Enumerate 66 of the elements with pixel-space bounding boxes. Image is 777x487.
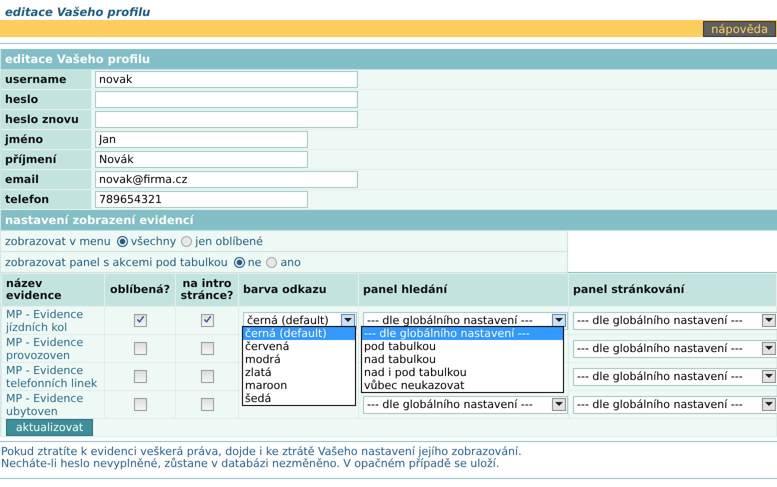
page-title: editace Vašeho profilu [4,4,152,20]
option-label: zobrazovat panel s akcemi pod tabulkou [5,256,228,268]
field-label: jméno [1,130,92,150]
field-label: heslo [1,90,92,110]
radio-button[interactable] [116,236,128,246]
checkbox[interactable] [134,314,146,328]
radio-button[interactable] [266,256,278,268]
checkbox[interactable] [200,314,214,328]
radio-label: ne [248,256,262,268]
dropdown-option[interactable]: vůbec neukazovat [362,379,563,392]
dropdown-option[interactable]: nad tabulkou [362,353,563,366]
info-text: Necháte-li heslo nevyplněné, zůstane v databázi nezměněno. V opačném případě se uloží. [1,458,500,470]
section-header: editace Vašeho profilu [1,49,777,70]
input-field[interactable] [95,91,358,108]
update-button[interactable]: aktualizovat [6,419,93,436]
input-field[interactable]: novak [95,71,358,88]
caret-icon [762,342,776,354]
radio-button[interactable] [181,236,192,246]
evidence-name: MP - Evidence provozoven [6,336,84,362]
evidence-name: MP - Evidence ubytoven [6,392,84,418]
dropdown[interactable]: --- dle globálního nastavení --- [573,312,777,330]
dropdown-option[interactable]: nad i pod tabulkou [362,366,563,379]
dropdown-option[interactable]: modrá [243,353,355,366]
option-label: zobrazovat v menu [5,234,111,248]
checkbox[interactable] [134,370,146,384]
dropdown-option[interactable]: maroon [243,379,355,392]
evidence-name: MP - Evidence jízdních kol [6,308,84,334]
input-field[interactable]: Novák [95,151,308,168]
input-field[interactable] [95,111,358,128]
field-label: username [1,70,92,90]
caret-icon [552,314,566,326]
column-header: panel hledání [363,283,448,296]
column-header: na intro stránce? [180,277,234,302]
caret-icon [552,398,566,410]
checkbox[interactable] [200,370,214,384]
checkbox[interactable] [200,398,214,412]
info-text: Pokud ztratíte k evidenci veškerá práva, dojde i ke ztrátě Vašeho nastavení jejího zobrazování. [1,446,523,458]
checkbox[interactable] [134,342,146,356]
dropdown[interactable]: --- dle globálního nastavení --- [573,396,777,414]
caret-icon [762,398,776,410]
column-header: název evidence [6,277,62,302]
caret-icon [762,370,776,382]
radio-label: jen oblíbené [195,234,263,248]
caret-icon [341,314,355,326]
checkbox[interactable] [134,398,146,412]
dropdown[interactable]: --- dle globálního nastavení --- [363,396,568,414]
field-label: heslo znovu [1,110,92,130]
field-label: telefon [1,190,92,210]
radio-button[interactable] [234,256,245,268]
help-button[interactable]: nápověda [703,20,776,36]
field-label: email [1,170,92,190]
field-label: příjmení [1,150,92,170]
column-header: oblíbená? [110,283,170,296]
dropdown[interactable]: --- dle globálního nastavení --- [573,368,777,386]
section-header: nastavení zobrazení evidencí [1,210,777,231]
input-field[interactable]: 789654321 [95,191,308,208]
dropdown-option[interactable]: zlatá [243,366,355,379]
radio-label: ano [280,256,301,268]
caret-icon [762,314,776,326]
column-header: panel stránkování [573,283,684,296]
input-field[interactable]: novak@firma.cz [95,171,358,188]
radio-label: všechny [130,234,176,248]
column-header: barva odkazu [243,283,327,296]
dropdown[interactable]: --- dle globálního nastavení --- [573,340,777,358]
checkbox[interactable] [200,342,214,356]
evidence-name: MP - Evidence telefonních linek [6,364,98,390]
